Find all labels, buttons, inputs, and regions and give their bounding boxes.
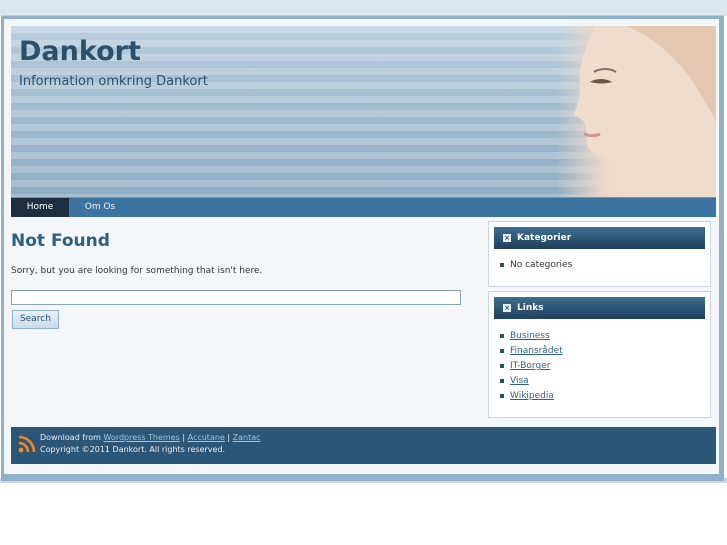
list-item: Wikipedia xyxy=(500,389,563,404)
footer-link-zantac[interactable]: Zantac xyxy=(233,433,261,442)
link-it-borger[interactable]: IT-Borger xyxy=(510,361,550,371)
bullet-icon xyxy=(500,334,504,338)
widget-categories: × Kategorier No categories xyxy=(488,221,711,287)
bullet-icon xyxy=(500,349,504,353)
main-navigation: Home Om Os xyxy=(11,197,716,217)
site-header: Dankort Information omkring Dankort xyxy=(11,26,716,197)
bullet-icon xyxy=(500,394,504,398)
category-label: No categories xyxy=(510,260,573,270)
link-business[interactable]: Business xyxy=(510,331,550,341)
footer-copyright: Copyright ©2011 Dankort. All rights rese… xyxy=(40,445,226,454)
list-item: Business xyxy=(500,329,563,344)
bullet-icon xyxy=(500,379,504,383)
footer-separator: | xyxy=(227,433,231,442)
widget-links: × Links Business Finansrådet IT-Borger V… xyxy=(488,291,711,418)
nav-item-om-os[interactable]: Om Os xyxy=(69,198,131,217)
page-title: Not Found xyxy=(11,231,110,251)
header-portrait-image xyxy=(556,26,716,197)
site-title[interactable]: Dankort xyxy=(19,36,141,67)
footer-link-accutane[interactable]: Accutane xyxy=(188,433,225,442)
page-background-strip xyxy=(0,0,727,16)
footer-link-wordpress-themes[interactable]: Wordpress Themes xyxy=(103,433,179,442)
widget-toggle-icon: × xyxy=(503,304,511,312)
site-footer: Download from Wordpress Themes | Accutan… xyxy=(11,427,716,464)
link-finansradet[interactable]: Finansrådet xyxy=(510,346,563,356)
search-button[interactable]: Search xyxy=(12,310,59,329)
categories-list: No categories xyxy=(500,258,572,273)
links-list: Business Finansrådet IT-Borger Visa Wiki… xyxy=(500,329,563,404)
not-found-message: Sorry, but you are looking for something… xyxy=(11,266,263,276)
bullet-icon xyxy=(500,263,504,267)
search-input[interactable] xyxy=(11,290,461,305)
nav-item-home[interactable]: Home xyxy=(11,198,69,217)
link-wikipedia[interactable]: Wikipedia xyxy=(510,391,554,401)
widget-toggle-icon: × xyxy=(503,234,511,242)
widget-links-title: × Links xyxy=(494,297,705,319)
list-item: No categories xyxy=(500,258,572,273)
list-item: Finansrådet xyxy=(500,344,563,359)
list-item: Visa xyxy=(500,374,563,389)
list-item: IT-Borger xyxy=(500,359,563,374)
widget-categories-label: Kategorier xyxy=(517,233,572,243)
rss-icon[interactable] xyxy=(18,435,36,453)
portrait-illustration xyxy=(574,26,716,197)
footer-credits: Download from Wordpress Themes | Accutan… xyxy=(40,433,261,442)
link-visa[interactable]: Visa xyxy=(510,376,529,386)
widget-links-label: Links xyxy=(517,303,544,313)
bullet-icon xyxy=(500,364,504,368)
footer-prefix: Download from xyxy=(40,433,101,442)
widget-categories-title: × Kategorier xyxy=(494,227,705,249)
footer-separator: | xyxy=(182,433,186,442)
site-description: Information omkring Dankort xyxy=(19,74,208,89)
